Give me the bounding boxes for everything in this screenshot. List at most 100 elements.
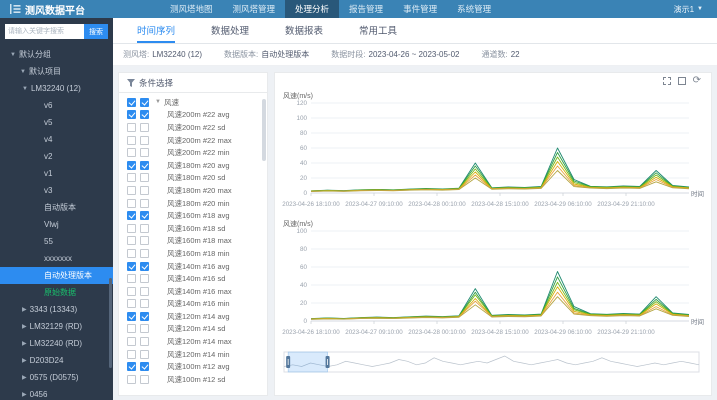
checkbox-unchecked[interactable] — [140, 299, 149, 309]
tree-expanded-icon[interactable]: ▼ — [20, 69, 26, 75]
channel-row[interactable]: 风速180m #20 min — [119, 197, 267, 210]
channel-row[interactable]: 风速140m #16 min — [119, 298, 267, 311]
channel-row[interactable]: 风速140m #16 avg — [119, 260, 267, 273]
checkbox-unchecked[interactable] — [127, 337, 136, 347]
channel-row[interactable]: 风速100m #12 sd — [119, 373, 267, 386]
tree-item[interactable]: ▼ LM32240 (12) — [0, 80, 113, 97]
tree-item[interactable]: xxxxxxx — [0, 250, 113, 267]
tree-item[interactable]: ▼ 默认分组 — [0, 46, 113, 63]
box-zoom-icon[interactable] — [662, 77, 671, 85]
tree-collapsed-icon[interactable]: ▶ — [22, 306, 27, 313]
channel-row[interactable]: 风速140m #16 max — [119, 285, 267, 298]
checkbox-unchecked[interactable] — [140, 148, 149, 158]
checkbox-checked[interactable] — [140, 261, 149, 271]
checkbox-checked[interactable] — [127, 160, 136, 170]
checkbox-checked[interactable] — [127, 211, 136, 221]
nav-item-link[interactable]: 事件管理 — [393, 0, 447, 18]
checkbox-unchecked[interactable] — [140, 173, 149, 183]
channel-row[interactable]: 风速200m #22 avg — [119, 109, 267, 122]
checkbox-unchecked[interactable] — [127, 198, 136, 208]
user-menu[interactable]: 演示1 ▼ — [674, 0, 717, 18]
checkbox-checked[interactable] — [127, 261, 136, 271]
checkbox-unchecked[interactable] — [127, 374, 136, 384]
checkbox-unchecked[interactable] — [127, 248, 136, 258]
tree-expanded-icon[interactable]: ▼ — [22, 86, 28, 92]
checkbox-unchecked[interactable] — [140, 374, 149, 384]
checkbox-unchecked[interactable] — [127, 148, 136, 158]
checkbox-unchecked[interactable] — [140, 286, 149, 296]
channel-row[interactable]: 风速160m #18 sd — [119, 222, 267, 235]
tab-active[interactable]: 时间序列 — [137, 18, 176, 43]
search-button[interactable]: 搜索 — [84, 24, 108, 39]
tab-item[interactable]: 常用工具 — [359, 18, 397, 43]
tree-item[interactable]: 自动版本 — [0, 199, 113, 216]
channel-list-scrollbar[interactable] — [262, 99, 266, 161]
channel-group-row[interactable]: ▼ 风速 — [119, 96, 267, 109]
nav-item-active[interactable]: 处理分析 — [285, 0, 340, 18]
tree-item[interactable]: v6 — [0, 97, 113, 114]
checkbox-unchecked[interactable] — [127, 286, 136, 296]
group-expanded-icon[interactable]: ▼ — [155, 99, 161, 105]
checkbox-unchecked[interactable] — [127, 173, 136, 183]
checkbox-unchecked[interactable] — [127, 349, 136, 359]
tree-item[interactable]: 自动处理版本 — [0, 267, 113, 284]
checkbox-checked[interactable] — [140, 160, 149, 170]
sidebar-scrollbar[interactable] — [109, 278, 112, 368]
tree-item[interactable]: ▶ 0456 — [0, 386, 113, 400]
tree-collapsed-icon[interactable]: ▶ — [22, 323, 27, 330]
tree-item[interactable]: v4 — [0, 131, 113, 148]
checkbox-unchecked[interactable] — [140, 274, 149, 284]
tree-item[interactable]: v2 — [0, 148, 113, 165]
checkbox-unchecked[interactable] — [140, 135, 149, 145]
channel-row[interactable]: 风速180m #20 sd — [119, 172, 267, 185]
restore-icon[interactable] — [677, 77, 686, 85]
checkbox-unchecked[interactable] — [140, 198, 149, 208]
checkbox-unchecked[interactable] — [127, 274, 136, 284]
checkbox-unchecked[interactable] — [140, 324, 149, 334]
channel-row[interactable]: 风速200m #22 min — [119, 146, 267, 159]
checkbox-checked[interactable] — [140, 211, 149, 221]
checkbox-checked[interactable] — [127, 362, 136, 372]
datazoom-slider[interactable] — [281, 349, 705, 375]
channel-row[interactable]: 风速200m #22 sd — [119, 121, 267, 134]
checkbox-unchecked[interactable] — [127, 185, 136, 195]
checkbox-unchecked[interactable] — [127, 299, 136, 309]
tree-item[interactable]: ▼ 默认项目 — [0, 63, 113, 80]
nav-item-link[interactable]: 测风塔管理 — [223, 0, 286, 18]
checkbox-unchecked[interactable] — [140, 185, 149, 195]
tree-item[interactable]: Vlwj — [0, 216, 113, 233]
checkbox-unchecked[interactable] — [140, 248, 149, 258]
channel-row[interactable]: 风速140m #16 sd — [119, 272, 267, 285]
channel-row[interactable]: 风速160m #18 avg — [119, 209, 267, 222]
checkbox-unchecked[interactable] — [140, 122, 149, 132]
channel-row[interactable]: 风速120m #14 avg — [119, 310, 267, 323]
checkbox-unchecked[interactable] — [140, 349, 149, 359]
tree-item[interactable]: ▶ 0575 (D0575) — [0, 369, 113, 386]
checkbox-checked[interactable] — [140, 97, 149, 107]
checkbox-checked[interactable] — [140, 362, 149, 372]
channel-row[interactable]: 风速100m #12 avg — [119, 360, 267, 373]
tree-collapsed-icon[interactable]: ▶ — [22, 357, 27, 364]
checkbox-checked[interactable] — [140, 311, 149, 321]
tree-collapsed-icon[interactable]: ▶ — [22, 374, 27, 381]
search-input[interactable] — [5, 24, 84, 39]
checkbox-unchecked[interactable] — [127, 236, 136, 246]
tree-item[interactable]: ▶ 3343 (13343) — [0, 301, 113, 318]
tree-item[interactable]: ▶ LM32129 (RD) — [0, 318, 113, 335]
tree-expanded-icon[interactable]: ▼ — [10, 52, 16, 58]
tree-item[interactable]: v1 — [0, 165, 113, 182]
checkbox-unchecked[interactable] — [140, 236, 149, 246]
channel-row[interactable]: 风速200m #22 max — [119, 134, 267, 147]
checkbox-unchecked[interactable] — [127, 223, 136, 233]
refresh-icon[interactable]: ⟳ — [693, 76, 701, 86]
checkbox-checked[interactable] — [140, 110, 149, 120]
checkbox-unchecked[interactable] — [127, 135, 136, 145]
nav-item-link[interactable]: 报告管理 — [339, 0, 393, 18]
channel-row[interactable]: 风速120m #14 max — [119, 335, 267, 348]
checkbox-unchecked[interactable] — [140, 337, 149, 347]
tree-item[interactable]: 55 — [0, 233, 113, 250]
tree-collapsed-icon[interactable]: ▶ — [22, 391, 27, 398]
tab-item[interactable]: 数据报表 — [285, 18, 323, 43]
channel-row[interactable]: 风速160m #18 min — [119, 247, 267, 260]
tree-collapsed-icon[interactable]: ▶ — [22, 340, 27, 347]
